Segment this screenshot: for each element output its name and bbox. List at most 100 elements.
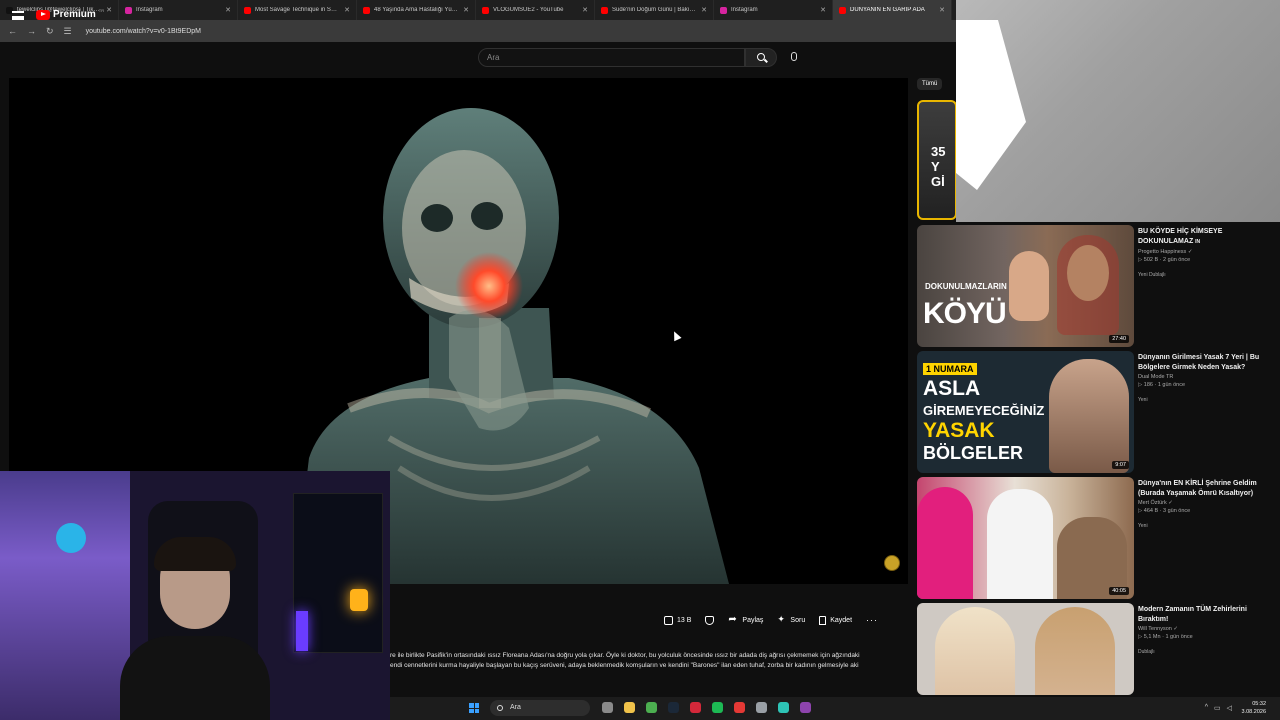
app-icon[interactable] xyxy=(778,702,789,713)
video-thumbnail[interactable]: 40:05 xyxy=(917,477,1134,599)
close-icon[interactable]: ✕ xyxy=(106,6,112,14)
discord-icon[interactable] xyxy=(800,702,811,713)
tab-title: DÜNYANIN EN GARİP ADA xyxy=(850,7,925,13)
close-icon[interactable]: ✕ xyxy=(463,6,469,14)
back-icon[interactable]: ← xyxy=(8,26,17,36)
browser-tab[interactable]: VLOGUMSUE2 - YouTube ✕ xyxy=(476,0,595,20)
thumbnail-text: YASAK xyxy=(923,419,995,442)
browser-tab[interactable]: 48 Yaşında Ama Hastalığı Yüzünden ✕ xyxy=(357,0,476,20)
webcam-overlay-top xyxy=(956,0,1280,222)
recommended-video[interactable]: DOKUNULMAZLARIN KÖYÜ 27:40 BU KÖYDE HİÇ … xyxy=(917,225,1277,347)
task-view-icon[interactable] xyxy=(602,702,613,713)
volume-icon[interactable]: ◁ xyxy=(1227,704,1232,712)
youtube-play-icon xyxy=(36,9,50,20)
video-description[interactable]: re ile birlikte Pasifik'in ortasındaki ı… xyxy=(390,651,900,671)
close-icon[interactable]: ✕ xyxy=(582,6,588,14)
tab-favicon-icon xyxy=(601,6,608,14)
region-code: TR xyxy=(98,8,105,13)
channel-name[interactable]: Progetto Happiness ✓ xyxy=(1138,249,1273,255)
settings-icon[interactable] xyxy=(756,702,767,713)
thumbs-up-icon xyxy=(664,615,673,625)
save-label: Kaydet xyxy=(830,616,853,624)
taskbar-search[interactable]: Ara xyxy=(490,700,590,716)
channel-name[interactable]: Dual Mode TR xyxy=(1138,374,1273,380)
search-button[interactable] xyxy=(745,48,777,67)
close-icon[interactable]: ✕ xyxy=(939,6,945,14)
taskbar: Ara ^ ▭ ◁ 05:32 3.08.2026 xyxy=(390,697,1280,720)
chevron-up-icon[interactable]: ^ xyxy=(1205,704,1208,712)
video-title[interactable]: BU KÖYDE HİÇ KİMSEYE DOKUNULAMAZ IN xyxy=(1138,227,1273,247)
brand-name: Premium xyxy=(53,9,96,20)
share-button[interactable]: Paylaş xyxy=(728,614,764,625)
video-title[interactable]: Dünya'nın EN KİRLİ Şehrine Geldim (Burad… xyxy=(1138,479,1273,498)
ask-button[interactable]: Soru xyxy=(777,614,805,625)
site-info-icon[interactable]: ☰ xyxy=(64,26,72,37)
taskbar-apps xyxy=(602,702,811,713)
video-thumbnail[interactable]: 1 NUMARA ASLA GİREMEYECEĞİNİZ YASAK BÖLG… xyxy=(917,351,1134,473)
recommended-video-thumbnail[interactable]: 35 Y Gİ xyxy=(917,100,957,220)
save-button[interactable]: Kaydet xyxy=(819,615,853,625)
browser-tab[interactable]: Instagram ✕ xyxy=(714,0,833,20)
tab-title: Instagram xyxy=(731,7,758,13)
video-title[interactable]: Modern Zamanın TÜM Zehirlerini Bıraktım! xyxy=(1138,605,1273,624)
thumbs-down-icon xyxy=(705,615,715,625)
video-title[interactable]: Dünyanın Girilmesi Yasak 7 Yeri | Bu Böl… xyxy=(1138,353,1273,372)
microphone-icon[interactable] xyxy=(791,52,797,61)
like-count: 13 B xyxy=(677,616,692,624)
like-button[interactable]: 13 B xyxy=(664,615,692,625)
forward-icon[interactable]: → xyxy=(27,26,36,36)
address-bar: ← → ↻ ☰ youtube.com/watch?v=v0-1Bt9EDpM xyxy=(0,20,956,42)
share-label: Paylaş xyxy=(742,616,764,624)
filter-chip-all[interactable]: Tümü xyxy=(917,78,943,90)
browser-tab-bar: tewelclips (@tewelclips) | TikTok ✕ Instag… xyxy=(0,0,956,20)
channel-name[interactable]: Will Tennyson ✓ xyxy=(1138,626,1273,632)
opera-icon[interactable] xyxy=(690,702,701,713)
tab-title: Instagram xyxy=(136,7,163,13)
reload-icon[interactable]: ↻ xyxy=(46,26,54,37)
close-icon[interactable]: ✕ xyxy=(344,6,350,14)
spotify-icon[interactable] xyxy=(712,702,723,713)
video-badges: Yeni Dublajlı xyxy=(1138,272,1166,278)
windows-start-icon[interactable] xyxy=(469,703,479,713)
close-icon[interactable]: ✕ xyxy=(701,6,707,14)
recommended-video[interactable]: 40:05 Dünya'nın EN KİRLİ Şehrine Geldim … xyxy=(917,477,1277,599)
dislike-button[interactable] xyxy=(705,615,715,625)
clock[interactable]: 05:32 3.08.2026 xyxy=(1242,700,1266,716)
browser-tab[interactable]: Instagram ✕ xyxy=(119,0,238,20)
url-field[interactable]: youtube.com/watch?v=v0-1Bt9EDpM xyxy=(86,28,201,35)
video-thumbnail[interactable] xyxy=(917,603,1134,695)
search-icon xyxy=(497,705,503,711)
youtube-premium-logo[interactable]: Premium TR xyxy=(36,8,105,20)
thumbnail-text: KÖYÜ xyxy=(923,297,1007,330)
thumbnail-text: DOKUNULMAZLARIN xyxy=(925,282,1007,291)
tab-favicon-icon xyxy=(363,6,370,14)
recommended-video[interactable]: 1 NUMARA ASLA GİREMEYECEĞİNİZ YASAK BÖLG… xyxy=(917,351,1277,473)
video-badges: Dublajlı xyxy=(1138,649,1155,655)
network-icon[interactable]: ▭ xyxy=(1214,704,1221,712)
description-line: endi cennetlerini kurma hayaliyle başlay… xyxy=(390,662,859,669)
webcam-overlay xyxy=(0,471,390,720)
tab-title: 48 Yaşında Ama Hastalığı Yüzünden xyxy=(374,7,459,13)
video-thumbnail[interactable]: DOKUNULMAZLARIN KÖYÜ 27:40 xyxy=(917,225,1134,347)
browser-tab[interactable]: Most Savage Technique in Sumo ✕ xyxy=(238,0,357,20)
files-icon[interactable] xyxy=(624,702,635,713)
record-icon[interactable] xyxy=(734,702,745,713)
video-meta: ▷ 5,1 Mn · 1 gün önce xyxy=(1138,634,1193,640)
close-icon[interactable]: ✕ xyxy=(225,6,231,14)
tab-favicon-icon xyxy=(839,6,846,14)
clock-date: 3.08.2026 xyxy=(1241,709,1266,715)
recommended-video[interactable]: Modern Zamanın TÜM Zehirlerini Bıraktım!… xyxy=(917,603,1277,695)
channel-name[interactable]: Mert Öztürk ✓ xyxy=(1138,500,1273,506)
chrome-icon[interactable] xyxy=(646,702,657,713)
browser-tab[interactable]: Sude'nin Doğum Günü | Bakırköy ✕ xyxy=(595,0,714,20)
browser-tab[interactable]: DÜNYANIN EN GARİP ADA ✕ xyxy=(833,0,952,20)
video-meta: ▷ 502 B · 2 gün önce xyxy=(1138,257,1191,263)
menu-icon[interactable] xyxy=(12,11,24,20)
sparkle-icon xyxy=(777,614,786,625)
steam-icon[interactable] xyxy=(668,702,679,713)
video-meta: ▷ 186 · 1 gün önce xyxy=(1138,382,1186,388)
search-input[interactable]: Ara xyxy=(478,48,745,67)
tab-title: Most Savage Technique in Sumo xyxy=(255,7,341,13)
close-icon[interactable]: ✕ xyxy=(820,6,826,14)
more-actions-button[interactable]: ··· xyxy=(866,615,878,625)
